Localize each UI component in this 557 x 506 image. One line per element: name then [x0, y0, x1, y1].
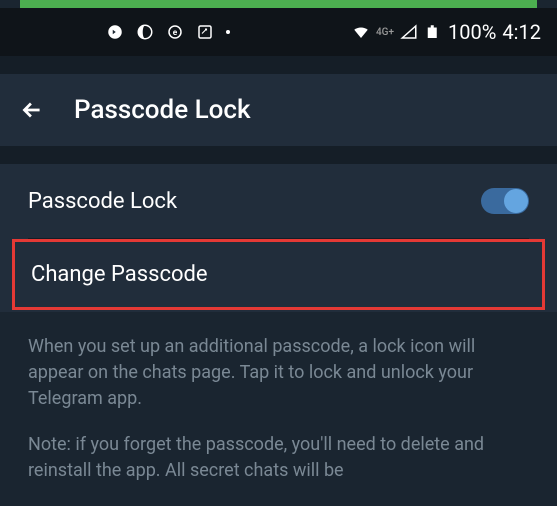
gap	[0, 146, 557, 164]
page-title: Passcode Lock	[74, 95, 251, 125]
description-paragraph-2: Note: if you forget the passcode, you'll…	[28, 432, 529, 484]
passcode-lock-label: Passcode Lock	[28, 189, 177, 214]
gap	[0, 56, 557, 74]
e-icon: e	[166, 23, 184, 41]
top-accent-bar	[20, 0, 537, 8]
battery-icon	[424, 23, 442, 41]
app-header: Passcode Lock	[0, 74, 557, 146]
description-paragraph-1: When you set up an additional passcode, …	[28, 334, 529, 412]
wifi-icon	[352, 23, 370, 41]
passcode-lock-toggle[interactable]	[481, 188, 529, 214]
time: 4:12	[502, 20, 541, 44]
network-label: 4G+	[376, 27, 394, 38]
back-arrow-icon	[19, 97, 45, 123]
passcode-lock-row[interactable]: Passcode Lock	[0, 164, 557, 238]
toggle-knob	[504, 189, 528, 213]
description-section: When you set up an additional passcode, …	[0, 312, 557, 506]
box-icon	[196, 23, 214, 41]
status-left-icons: e	[16, 23, 230, 41]
battery-percent: 100%	[448, 20, 496, 44]
content-area: Passcode Lock Change Passcode When you s…	[0, 164, 557, 506]
moon-icon	[136, 23, 154, 41]
change-passcode-label: Change Passcode	[31, 262, 208, 287]
more-dot	[226, 30, 230, 34]
svg-text:e: e	[173, 28, 178, 38]
status-bar: e 4G+ 100% 4:12	[0, 8, 557, 56]
back-button[interactable]	[16, 94, 48, 126]
change-passcode-row[interactable]: Change Passcode	[12, 239, 545, 310]
sound-icon	[106, 23, 124, 41]
status-right: 4G+ 100% 4:12	[352, 20, 541, 44]
signal-icon	[400, 23, 418, 41]
